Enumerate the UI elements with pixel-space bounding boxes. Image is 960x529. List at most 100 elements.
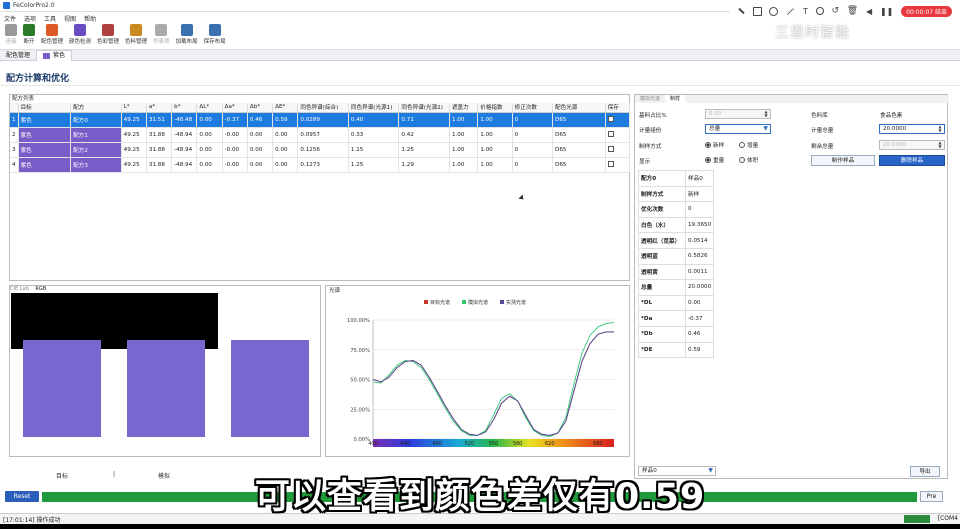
column-header[interactable]: ΔL* (196, 103, 223, 113)
pen-icon[interactable] (738, 7, 745, 15)
column-header[interactable]: 配方 (70, 103, 122, 113)
spinner-icon[interactable]: ▲ ▼ (763, 110, 769, 118)
make-sample-button[interactable]: 制作样品 (811, 155, 875, 166)
table-cell: 0.00 (247, 157, 274, 173)
base-ratio-input[interactable]: 0.00 ▲ ▼ (705, 109, 771, 119)
grid-row: 总量 20.0000 (638, 279, 714, 296)
spinner-icon[interactable]: ▲ ▼ (937, 141, 943, 149)
save-checkbox[interactable] (605, 157, 631, 173)
formula-list-caption: 配方列表 (12, 96, 35, 102)
table-row[interactable]: 1 紫色 配方0 49.25 31.51 -48.48 0.00 -0.37 0.46 0.59 0… (10, 112, 631, 128)
toolbar-button-0[interactable]: 连接 (5, 24, 17, 45)
circle-icon[interactable] (769, 6, 779, 16)
remaining-amount-label: 剩余总量 (811, 144, 834, 150)
table-cell: 1.15 (348, 142, 400, 158)
table-row[interactable]: 4 紫色 配方3 49.25 31.88 -48.94 0.00 -0.00 0.00 0.00 0… (10, 157, 631, 173)
checkbox-icon (607, 145, 614, 152)
column-header[interactable]: b* (171, 103, 198, 113)
table-cell: 1.00 (477, 157, 513, 173)
toolbar-button-2[interactable]: 配色管理 (41, 24, 63, 45)
menu-tools[interactable]: 工具 (44, 14, 56, 23)
table-cell: 31.88 (146, 142, 173, 158)
pause-icon[interactable]: ❚❚ (880, 7, 893, 16)
trash-icon[interactable]: 🗑 (847, 6, 858, 16)
tab-sample-making[interactable]: 制样 (665, 95, 686, 103)
grid-value: 0.59 (685, 341, 714, 359)
column-header[interactable]: 修正次数 (512, 103, 554, 113)
display-weight-radio[interactable]: 重量 (705, 156, 724, 164)
text-icon[interactable]: T (803, 7, 808, 16)
column-header[interactable]: Δa* (222, 103, 248, 113)
menu-view[interactable]: 视图 (64, 14, 76, 23)
total-amount-value: 20.0000 (883, 126, 907, 132)
save-checkbox[interactable] (605, 142, 631, 158)
toolbar-button-3[interactable]: 颜色检测 (69, 24, 91, 45)
column-header[interactable]: 目标 (18, 103, 72, 113)
row-index: 1 (10, 112, 19, 128)
column-header[interactable]: Δb* (247, 103, 274, 113)
column-header[interactable]: 价格指数 (477, 103, 513, 113)
measure-unit-select[interactable]: 总量 ▼ (705, 124, 771, 134)
table-row[interactable]: 2 紫色 配方1 49.25 31.88 -48.94 0.00 -0.00 0.00 0.00 0… (10, 127, 631, 143)
toolbar-button-label: 颜色检测 (69, 39, 92, 45)
recording-stop-button[interactable]: 00:00:07 结束 (901, 5, 952, 17)
column-header[interactable]: a* (146, 103, 173, 113)
menu-options[interactable]: 选项 (24, 14, 36, 23)
measure-unit-value: 总量 (709, 126, 721, 132)
toolbar-button-8[interactable]: 保存布局 (204, 24, 226, 45)
spinner-icon[interactable]: ▲ ▼ (937, 125, 943, 133)
toolbar-button-label: 配色管理 (41, 39, 64, 45)
method-new-radio[interactable]: 新样 (705, 141, 724, 149)
legend-swatch (424, 300, 428, 304)
table-cell: 1.00 (477, 112, 513, 128)
palette-icon (46, 24, 58, 36)
toolbar-button-5[interactable]: 色料管理 (125, 24, 147, 45)
mosaic-icon[interactable] (815, 7, 824, 15)
table-cell: 配方2 (70, 142, 122, 158)
tab-color-management[interactable]: 配色管理 (0, 50, 36, 61)
rectangle-icon[interactable] (752, 6, 762, 16)
column-header[interactable]: 同色异谱(光源1) (348, 103, 400, 113)
toolbar-button-4[interactable]: 色彩管理 (97, 24, 119, 45)
tab-cielab[interactable]: CIE Lab (10, 286, 29, 292)
grid-row: *Da -0.37 (638, 310, 714, 327)
column-header[interactable]: 同色异谱(综合) (297, 103, 349, 113)
y-tick-label: 100.00% (347, 318, 370, 324)
tab-simulated-spectrum[interactable]: 模拟光谱 (635, 95, 665, 103)
undo-icon[interactable]: ↺ (831, 6, 839, 16)
arrow-icon[interactable] (787, 7, 795, 15)
table-cell: 31.88 (146, 127, 173, 143)
column-header[interactable]: ΔE* (272, 103, 299, 113)
tab-purple[interactable]: 紫色 (36, 49, 73, 61)
column-header[interactable]: 遮盖力 (449, 103, 479, 113)
measure-unit-label: 计量组份 (639, 128, 662, 134)
menu-file[interactable]: 文件 (4, 14, 16, 23)
tab-rgb[interactable]: RGB (35, 286, 46, 292)
table-cell: 31.51 (146, 112, 173, 128)
column-header[interactable]: 同色异谱(光源2) (398, 103, 450, 113)
menu-help[interactable]: 帮助 (84, 14, 96, 23)
color-swatch-panel: CIE Lab RGB (9, 285, 321, 457)
toolbar-button-1[interactable]: 断开 (23, 24, 35, 45)
toolbar-button-7[interactable]: 加载布局 (176, 24, 198, 45)
column-header[interactable]: 配色光源 (552, 103, 606, 113)
grid-value: 0.5826 (685, 247, 714, 265)
row-index: 2 (10, 127, 19, 143)
table-row[interactable]: 3 紫色 配方2 49.25 31.88 -48.94 0.00 -0.00 0.00 0.00 0… (10, 142, 631, 158)
method-increment-radio[interactable]: 增量 (739, 141, 758, 149)
toolbar-button-6[interactable]: 列表项 (153, 24, 170, 45)
remaining-amount-input[interactable]: 20.0000 ▲ ▼ (879, 140, 945, 150)
table-cell: 0 (512, 112, 554, 128)
display-volume-radio[interactable]: 体积 (739, 156, 758, 164)
column-header[interactable]: L* (121, 103, 147, 113)
speaker-icon[interactable]: ◀ (866, 7, 872, 16)
delete-sample-button[interactable]: 删除样品 (879, 155, 945, 166)
target-swatch (23, 340, 101, 437)
save-checkbox[interactable] (605, 127, 631, 143)
y-tick-label: 50.00% (350, 378, 370, 384)
save-checkbox[interactable] (605, 112, 631, 128)
total-amount-input[interactable]: 20.0000 ▲ ▼ (879, 124, 945, 134)
toolbar-button-label: 色料管理 (125, 39, 148, 45)
column-header[interactable]: 保存 (605, 103, 631, 113)
unplug-icon (23, 24, 35, 36)
